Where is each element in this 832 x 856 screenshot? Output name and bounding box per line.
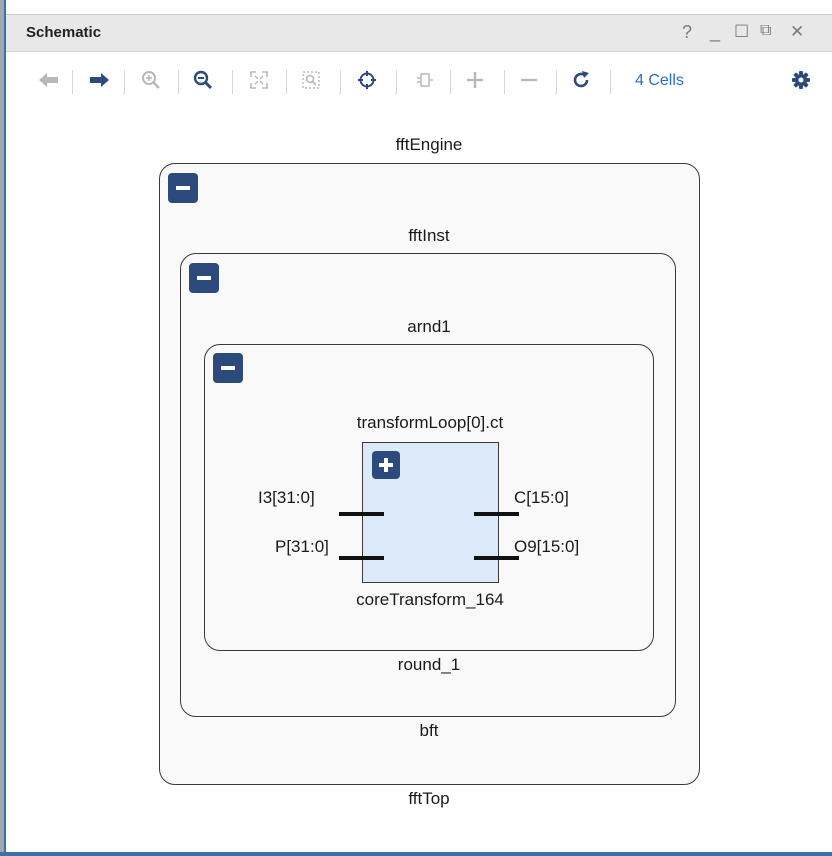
gear-icon — [792, 71, 810, 89]
zoom-fit-icon — [250, 71, 268, 89]
help-icon[interactable]: ? — [682, 22, 692, 43]
select-target-button[interactable] — [354, 64, 380, 96]
window-bottom-border — [0, 852, 832, 856]
plus-icon — [467, 72, 483, 88]
zoom-area-icon — [302, 71, 320, 89]
toolbar-separator — [556, 70, 557, 94]
minus-icon — [221, 366, 235, 370]
float-window-icon[interactable]: ⧉ — [760, 22, 771, 40]
back-arrow-icon — [39, 73, 58, 87]
instance-label-fftinst: fftInst — [408, 226, 450, 245]
settings-button[interactable] — [788, 64, 814, 96]
cell-label-transformloop: transformLoop[0].ct — [356, 413, 504, 432]
toolbar-separator — [450, 70, 451, 94]
pin-label-c: C[15:0] — [514, 488, 569, 507]
cell-count-label[interactable]: 4 Cells — [635, 72, 684, 90]
plus-icon — [379, 458, 393, 472]
toolbar-separator — [340, 70, 341, 94]
toolbar-separator — [504, 70, 505, 94]
toolbar-separator — [124, 70, 125, 94]
toolbar-separator — [610, 70, 611, 94]
toolbar-separator — [232, 70, 233, 94]
titlebar — [6, 15, 832, 52]
toolbar-separator — [286, 70, 287, 94]
zoom-out-icon — [193, 70, 213, 90]
minus-icon — [197, 276, 211, 280]
refresh-button[interactable] — [568, 64, 594, 96]
zoom-fit-button[interactable] — [246, 64, 272, 96]
instance-label-bft: bft — [419, 721, 439, 740]
instance-label-arnd1: arnd1 — [407, 317, 451, 336]
zoom-in-button[interactable] — [138, 64, 164, 96]
add-button[interactable] — [462, 64, 488, 96]
back-button[interactable] — [36, 64, 62, 96]
zoom-out-button[interactable] — [190, 64, 216, 96]
instance-label-fftengine: fftEngine — [395, 135, 463, 154]
remove-button[interactable] — [516, 64, 542, 96]
collapse-button-fftengine[interactable] — [168, 173, 198, 203]
zoom-area-button[interactable] — [298, 64, 324, 96]
instance-label-round1: round_1 — [397, 655, 461, 674]
expand-cell-icon — [417, 73, 433, 87]
input-pin-p[interactable] — [339, 556, 384, 560]
schematic-window: Schematic ? _ ☐ ⧉ ✕ 4 Cells fftEngine ff… — [0, 0, 832, 856]
toolbar-separator — [178, 70, 179, 94]
zoom-in-icon — [142, 71, 160, 89]
pin-label-i3: I3[31:0] — [258, 488, 315, 507]
cell-label-coretransform: coreTransform_164 — [356, 590, 504, 609]
refresh-icon — [573, 71, 589, 88]
forward-button[interactable] — [86, 64, 112, 96]
toolbar-separator — [396, 70, 397, 94]
close-icon[interactable]: ✕ — [790, 22, 804, 42]
maximize-icon[interactable]: ☐ — [734, 22, 749, 42]
select-target-icon — [358, 71, 376, 89]
pin-label-p: P[31:0] — [275, 537, 329, 556]
minimize-icon[interactable]: _ — [710, 22, 720, 43]
pin-label-o9: O9[15:0] — [514, 537, 580, 556]
input-pin-i3[interactable] — [339, 512, 384, 516]
expand-cell-button[interactable] — [412, 64, 438, 96]
window-title: Schematic — [26, 24, 102, 41]
instance-label-ffttop: fftTop — [408, 789, 450, 808]
output-pin-o9[interactable] — [474, 556, 519, 560]
forward-arrow-icon — [90, 73, 109, 87]
toolbar-separator — [72, 70, 73, 94]
minus-icon — [176, 186, 190, 190]
collapse-button-fftinst[interactable] — [189, 263, 219, 293]
collapse-button-arnd1[interactable] — [213, 353, 243, 383]
minus-icon — [521, 78, 537, 82]
expand-button-coretransform[interactable] — [372, 451, 400, 479]
output-pin-c[interactable] — [474, 512, 519, 516]
